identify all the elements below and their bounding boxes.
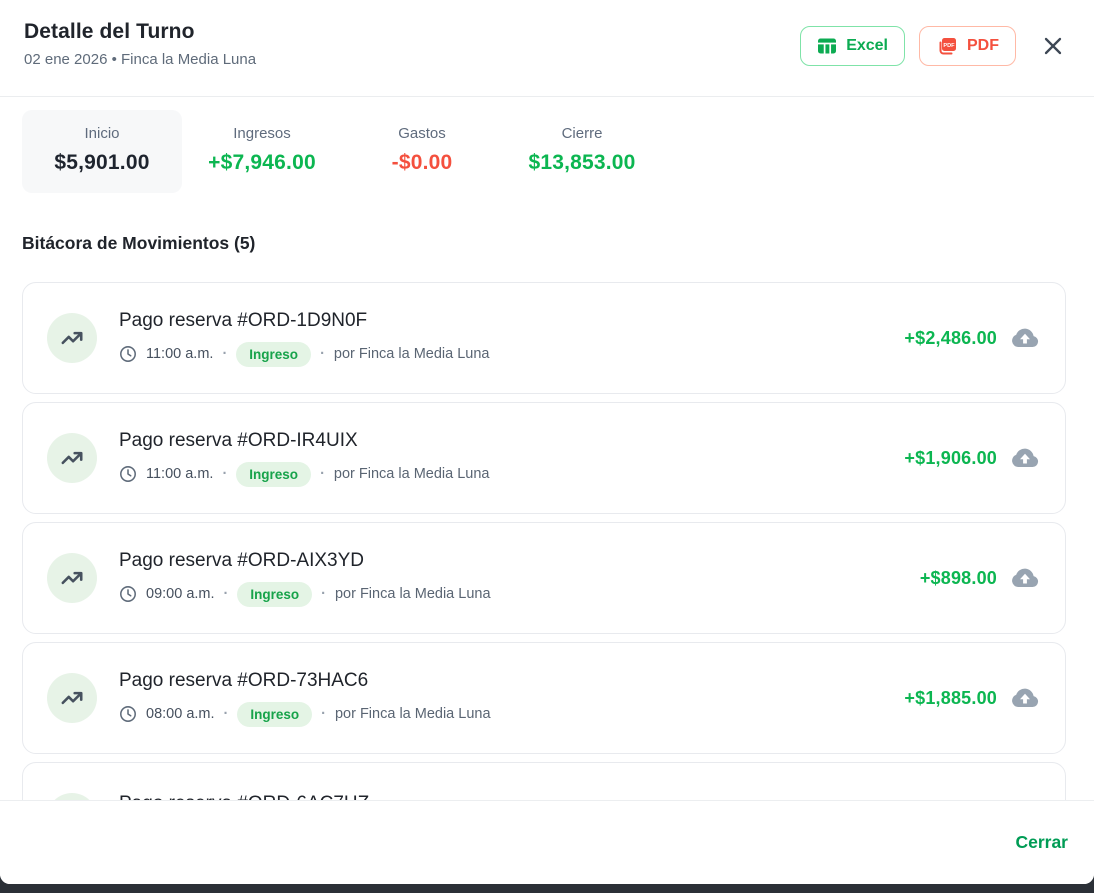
movement-avatar	[47, 553, 97, 603]
stat-item: Ingresos +$7,946.00	[182, 110, 342, 193]
pdf-file-icon: PDF	[936, 35, 958, 57]
cloud-upload-icon[interactable]	[1009, 326, 1041, 350]
export-excel-button[interactable]: Excel	[800, 26, 905, 66]
movement-main: Pago reserva #ORD-6AC7HZ ·	[119, 793, 975, 800]
movement-title: Pago reserva #ORD-6AC7HZ	[119, 793, 975, 800]
movement-meta: 11:00 a.m. · Ingreso · por Finca la Medi…	[119, 462, 882, 487]
stat-label: Ingresos	[190, 125, 334, 142]
movement-main: Pago reserva #ORD-1D9N0F 11:00 a.m. · In…	[119, 310, 882, 367]
movement-time: 11:00 a.m.	[146, 346, 213, 362]
trending-up-icon	[59, 565, 85, 591]
shift-detail-modal: Detalle del Turno 02 ene 2026 • Finca la…	[0, 0, 1094, 884]
stat-label: Inicio	[30, 125, 174, 142]
movement-meta: 08:00 a.m. · Ingreso · por Finca la Medi…	[119, 702, 882, 727]
clock-icon	[119, 705, 137, 723]
stat-item: Inicio $5,901.00	[22, 110, 182, 193]
movement-time: 11:00 a.m.	[146, 466, 213, 482]
movement-main: Pago reserva #ORD-AIX3YD 09:00 a.m. · In…	[119, 550, 898, 607]
movement-type-badge: Ingreso	[236, 462, 311, 487]
export-pdf-button[interactable]: PDF PDF	[919, 26, 1016, 66]
movement-card[interactable]: Pago reserva #ORD-AIX3YD 09:00 a.m. · In…	[22, 522, 1066, 634]
stat-value: -$0.00	[350, 151, 494, 175]
movement-avatar	[47, 673, 97, 723]
movements-section-heading: Bitácora de Movimientos (5)	[22, 233, 1070, 254]
movement-author: por Finca la Media Luna	[334, 466, 490, 482]
modal-header: Detalle del Turno 02 ene 2026 • Finca la…	[0, 0, 1094, 97]
stat-value: $5,901.00	[30, 151, 174, 175]
movement-amount: +$898.00	[920, 568, 997, 589]
movement-meta: 09:00 a.m. · Ingreso · por Finca la Medi…	[119, 582, 898, 607]
movement-title: Pago reserva #ORD-IR4UIX	[119, 430, 882, 452]
trending-up-icon	[59, 445, 85, 471]
cloud-upload-icon[interactable]	[1009, 566, 1041, 590]
movement-amount-group: +$2,486.00	[904, 326, 1041, 350]
modal-body: Inicio $5,901.00 Ingresos +$7,946.00 Gas…	[0, 97, 1094, 800]
movement-main: Pago reserva #ORD-73HAC6 08:00 a.m. · In…	[119, 670, 882, 727]
meta-separator: ·	[321, 706, 326, 722]
movement-avatar	[47, 793, 97, 800]
movement-amount-group: +$1,885.00	[904, 686, 1041, 710]
excel-button-label: Excel	[846, 35, 888, 57]
stat-label: Gastos	[350, 125, 494, 142]
movement-card[interactable]: Pago reserva #ORD-6AC7HZ ·	[22, 762, 1066, 800]
movement-avatar	[47, 433, 97, 483]
meta-separator: ·	[320, 466, 325, 482]
movement-author: por Finca la Media Luna	[335, 586, 491, 602]
meta-separator: ·	[224, 706, 229, 722]
movement-amount: +$1,885.00	[904, 688, 997, 709]
meta-separator: ·	[321, 586, 326, 602]
movement-author: por Finca la Media Luna	[335, 706, 491, 722]
stat-value: +$7,946.00	[190, 151, 334, 175]
shift-summary-stats: Inicio $5,901.00 Ingresos +$7,946.00 Gas…	[22, 110, 1094, 193]
movement-card[interactable]: Pago reserva #ORD-1D9N0F 11:00 a.m. · In…	[22, 282, 1066, 394]
meta-separator: ·	[224, 586, 229, 602]
movement-avatar	[47, 313, 97, 363]
movement-author: por Finca la Media Luna	[334, 346, 490, 362]
movement-title: Pago reserva #ORD-73HAC6	[119, 670, 882, 692]
clock-icon	[119, 465, 137, 483]
excel-table-icon	[817, 37, 837, 55]
movement-type-badge: Ingreso	[237, 582, 312, 607]
stat-item: Gastos -$0.00	[342, 110, 502, 193]
movement-title: Pago reserva #ORD-AIX3YD	[119, 550, 898, 572]
movement-type-badge: Ingreso	[236, 342, 311, 367]
svg-text:PDF: PDF	[943, 43, 955, 49]
movement-amount: +$2,486.00	[904, 328, 997, 349]
header-actions: Excel PDF PDF	[800, 26, 1070, 66]
clock-icon	[119, 345, 137, 363]
stat-item: Cierre $13,853.00	[502, 110, 662, 193]
pdf-button-label: PDF	[967, 35, 999, 57]
close-button[interactable]	[1036, 29, 1070, 63]
cerrar-button[interactable]: Cerrar	[1015, 832, 1068, 853]
cloud-upload-icon[interactable]	[1009, 446, 1041, 470]
movement-amount: +$1,906.00	[904, 448, 997, 469]
movement-amount-group: +$898.00	[920, 566, 1041, 590]
movements-list: Pago reserva #ORD-1D9N0F 11:00 a.m. · In…	[22, 282, 1066, 800]
movement-type-badge: Ingreso	[237, 702, 312, 727]
trending-up-icon	[59, 325, 85, 351]
meta-separator: ·	[320, 346, 325, 362]
movement-title: Pago reserva #ORD-1D9N0F	[119, 310, 882, 332]
movement-main: Pago reserva #ORD-IR4UIX 11:00 a.m. · In…	[119, 430, 882, 487]
movement-amount-group: +$1,906.00	[904, 446, 1041, 470]
meta-separator: ·	[222, 346, 227, 362]
page-subtitle: 02 ene 2026 • Finca la Media Luna	[24, 51, 256, 68]
clock-icon	[119, 585, 137, 603]
cloud-upload-icon[interactable]	[1009, 686, 1041, 710]
trending-up-icon	[59, 685, 85, 711]
meta-separator: ·	[222, 466, 227, 482]
header-titles: Detalle del Turno 02 ene 2026 • Finca la…	[24, 20, 256, 68]
modal-footer: Cerrar	[0, 800, 1094, 884]
page-title: Detalle del Turno	[24, 20, 256, 44]
movement-meta: 11:00 a.m. · Ingreso · por Finca la Medi…	[119, 342, 882, 367]
movement-time: 09:00 a.m.	[146, 586, 215, 602]
movement-card[interactable]: Pago reserva #ORD-73HAC6 08:00 a.m. · In…	[22, 642, 1066, 754]
stat-value: $13,853.00	[510, 151, 654, 175]
movement-card[interactable]: Pago reserva #ORD-IR4UIX 11:00 a.m. · In…	[22, 402, 1066, 514]
movement-time: 08:00 a.m.	[146, 706, 215, 722]
stat-label: Cierre	[510, 125, 654, 142]
close-icon	[1042, 35, 1064, 57]
